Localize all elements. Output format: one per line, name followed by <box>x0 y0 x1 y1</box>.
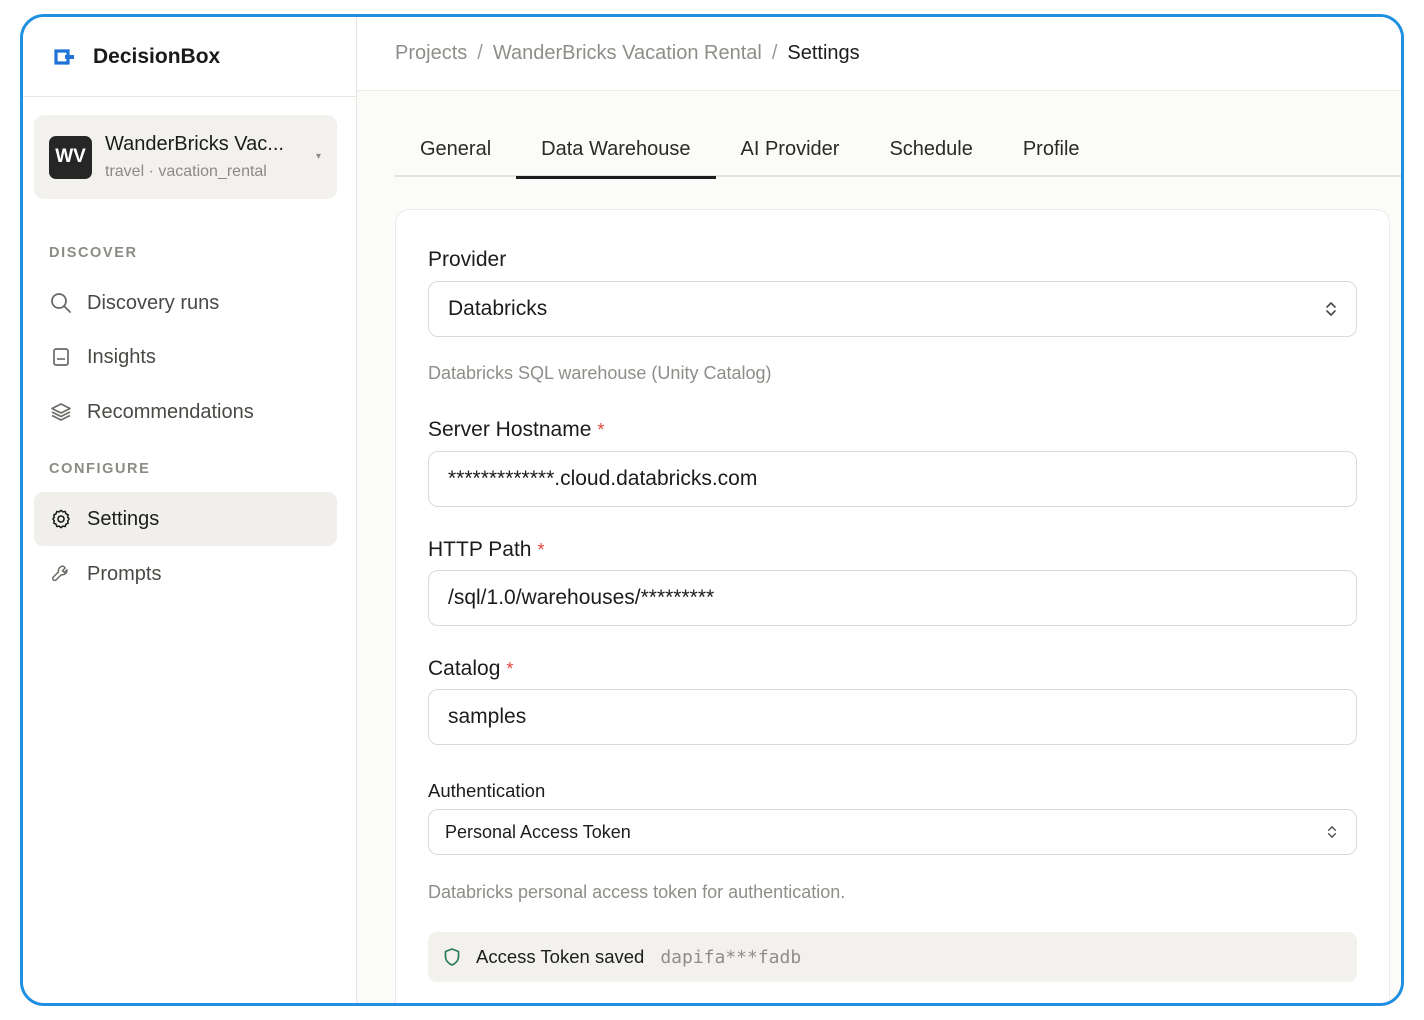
sidebar-item-settings[interactable]: Settings <box>34 492 337 546</box>
tab-general[interactable]: General <box>395 121 516 177</box>
authentication-value: Personal Access Token <box>445 821 631 842</box>
token-status-text: Access Token saved <box>476 946 645 967</box>
catalog-value: samples <box>448 705 527 728</box>
breadcrumb-separator: / <box>477 42 483 64</box>
breadcrumb-projects[interactable]: Projects <box>395 42 467 65</box>
breadcrumb-separator: / <box>771 42 778 64</box>
sidebar-item-insights[interactable]: Insights <box>34 330 337 384</box>
provider-select[interactable]: Databricks <box>428 281 1357 337</box>
tab-data-warehouse[interactable]: Data Warehouse <box>516 121 716 179</box>
wrench-icon <box>50 563 72 585</box>
warehouse-settings-card: Provider Databricks Databricks SQL wareh… <box>395 209 1390 1003</box>
breadcrumb-project[interactable]: WanderBricks Vacation Rental <box>493 42 762 65</box>
sidebar-item-label: Prompts <box>87 562 162 585</box>
server-hostname-value: *************.cloud.databricks.com <box>448 467 758 490</box>
breadcrumb: Projects / WanderBricks Vacation Rental … <box>357 17 1401 91</box>
settings-tabs: General Data Warehouse AI Provider Sched… <box>395 121 1401 179</box>
token-status-bar: Access Token saved dapifa***fadb <box>428 932 1357 982</box>
sidebar-item-label: Discovery runs <box>87 291 220 314</box>
section-label-discover: DISCOVER <box>49 245 138 261</box>
catalog-input[interactable]: samples <box>428 689 1357 745</box>
caret-down-icon: ▾ <box>315 151 321 162</box>
authentication-label: Authentication <box>428 780 546 801</box>
tab-ai-provider[interactable]: AI Provider <box>716 121 865 177</box>
select-arrows-icon <box>1327 826 1337 838</box>
server-hostname-label: Server Hostname * <box>428 418 605 441</box>
project-subtitle: travel · vacation_rental <box>105 163 267 180</box>
sidebar-item-label: Insights <box>87 345 156 368</box>
main-content: Projects / WanderBricks Vacation Rental … <box>357 17 1401 1003</box>
project-name: WanderBricks Vac... <box>105 133 284 155</box>
project-switcher[interactable]: WV WanderBricks Vac... travel · vacation… <box>34 115 337 199</box>
section-label-configure: CONFIGURE <box>49 461 151 477</box>
sidebar-item-label: Settings <box>87 507 160 530</box>
provider-value: Databricks <box>448 297 548 320</box>
token-masked-value: dapifa***fadb <box>660 946 802 968</box>
document-icon <box>50 346 72 368</box>
tab-schedule[interactable]: Schedule <box>864 121 997 177</box>
decisionbox-logo-icon <box>54 48 74 65</box>
layers-icon <box>50 401 72 423</box>
required-mark: * <box>597 420 605 440</box>
breadcrumb-current: Settings <box>787 42 860 64</box>
required-mark: * <box>506 659 514 679</box>
http-path-label: HTTP Path * <box>428 538 545 561</box>
sidebar-item-recommendations[interactable]: Recommendations <box>34 385 337 439</box>
sidebar-item-discovery-runs[interactable]: Discovery runs <box>34 276 337 330</box>
provider-help-text: Databricks SQL warehouse (Unity Catalog) <box>428 363 772 383</box>
provider-label: Provider <box>428 248 507 271</box>
required-mark: * <box>537 540 545 560</box>
gear-icon <box>50 508 72 530</box>
http-path-value: /sql/1.0/warehouses/********* <box>448 586 715 609</box>
shield-icon <box>444 948 460 966</box>
authentication-select[interactable]: Personal Access Token <box>428 809 1357 855</box>
project-avatar: WV <box>49 135 92 179</box>
sidebar: DecisionBox WV WanderBricks Vac... trave… <box>23 17 357 1003</box>
http-path-input[interactable]: /sql/1.0/warehouses/********* <box>428 570 1357 626</box>
authentication-help-text: Databricks personal access token for aut… <box>428 882 846 902</box>
app-name: DecisionBox <box>93 44 221 68</box>
search-icon <box>50 292 72 314</box>
catalog-label: Catalog * <box>428 657 514 680</box>
sidebar-item-prompts[interactable]: Prompts <box>34 547 337 601</box>
tab-profile[interactable]: Profile <box>998 121 1105 177</box>
app-window: DecisionBox WV WanderBricks Vac... trave… <box>20 14 1404 1006</box>
brand-header: DecisionBox <box>23 17 356 97</box>
select-arrows-icon <box>1326 302 1336 316</box>
server-hostname-input[interactable]: *************.cloud.databricks.com <box>428 451 1357 507</box>
sidebar-item-label: Recommendations <box>87 400 254 423</box>
